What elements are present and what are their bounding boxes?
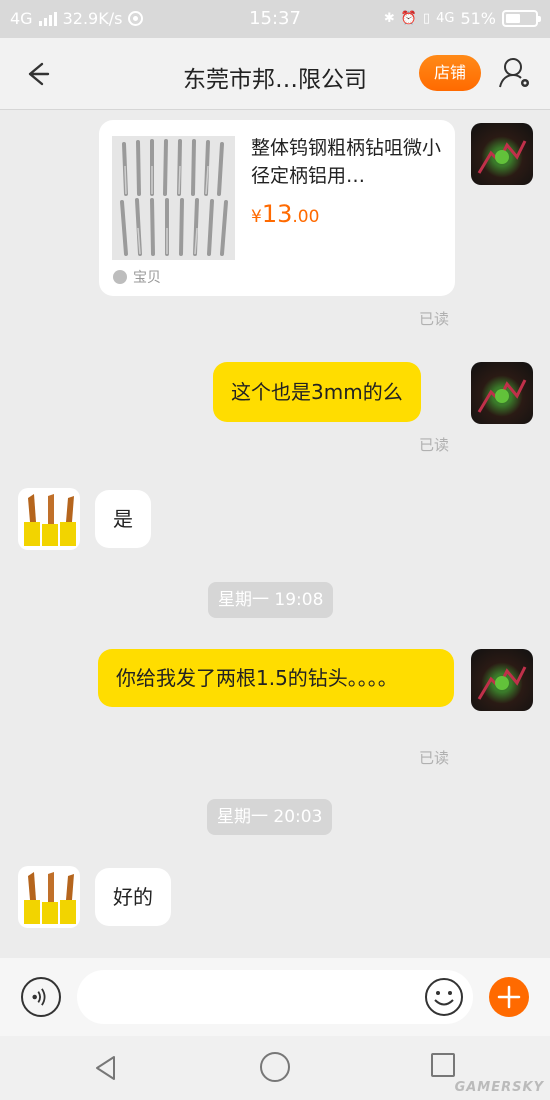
battery-fill [506,14,520,23]
volte-label: 4G [436,11,455,26]
nav-home-icon[interactable] [260,1052,290,1082]
vibrate-icon: ▯ [422,11,431,26]
message-bubble[interactable]: 这个也是3mm的么 [213,362,421,422]
system-nav-bar: GAMERSKY [0,1036,550,1100]
price-symbol: ¥ [251,207,262,227]
message-bubble[interactable]: 好的 [95,868,171,926]
user-settings-icon[interactable] [496,54,534,92]
product-tag-label: 宝贝 [133,270,161,286]
product-image [112,136,235,260]
message-bubble[interactable]: 你给我发了两根1.5的钻头。。。。 [98,649,454,707]
bluetooth-icon: ✱ [383,11,395,26]
message-bubble[interactable]: 是 [95,490,151,548]
card-tag: 宝贝 [113,267,161,287]
back-arrow-icon[interactable] [18,56,54,92]
alarm-icon: ⏰ [400,11,417,26]
status-right: ✱ ⏰ ▯ 4G 51% [383,9,541,28]
nav-recent-icon[interactable] [431,1053,455,1077]
emoji-icon[interactable] [424,977,464,1017]
read-receipt: 已读 [419,749,450,767]
message-timestamp: 星期一 19:08 [208,582,334,618]
watermark: GAMERSKY [454,1080,544,1095]
shop-title: 东莞市邦…限公司 [183,67,367,93]
product-price: ¥13.00 [251,200,319,228]
price-main: 13 [261,200,293,228]
battery-icon [502,10,541,27]
my-avatar[interactable] [471,123,533,185]
input-bar [0,958,550,1036]
nav-back-icon[interactable] [90,1052,122,1084]
read-receipt: 已读 [419,436,450,454]
chat-header: 东莞市邦…限公司 店铺 [0,38,550,110]
status-bar: 4G 32.9K/s 15:37 ✱ ⏰ ▯ 4G 51% [0,0,550,38]
product-tag-icon [113,270,127,284]
message-timestamp: 星期一 20:03 [207,799,333,835]
my-avatar[interactable] [471,649,533,711]
battery-percent: 51% [460,9,496,28]
read-receipt: 已读 [419,310,450,328]
seller-avatar[interactable] [18,866,80,928]
seller-avatar[interactable] [18,488,80,550]
message-input[interactable] [77,970,473,1024]
voice-icon[interactable] [21,977,61,1017]
product-card[interactable]: 整体钨钢粗柄钻咀微小径定柄铝用… ¥13.00 宝贝 [99,120,455,296]
store-button[interactable]: 店铺 [419,55,481,91]
my-avatar[interactable] [471,362,533,424]
product-title: 整体钨钢粗柄钻咀微小径定柄铝用… [251,137,442,187]
plus-icon[interactable] [489,977,529,1017]
price-decimal: .00 [292,207,320,227]
